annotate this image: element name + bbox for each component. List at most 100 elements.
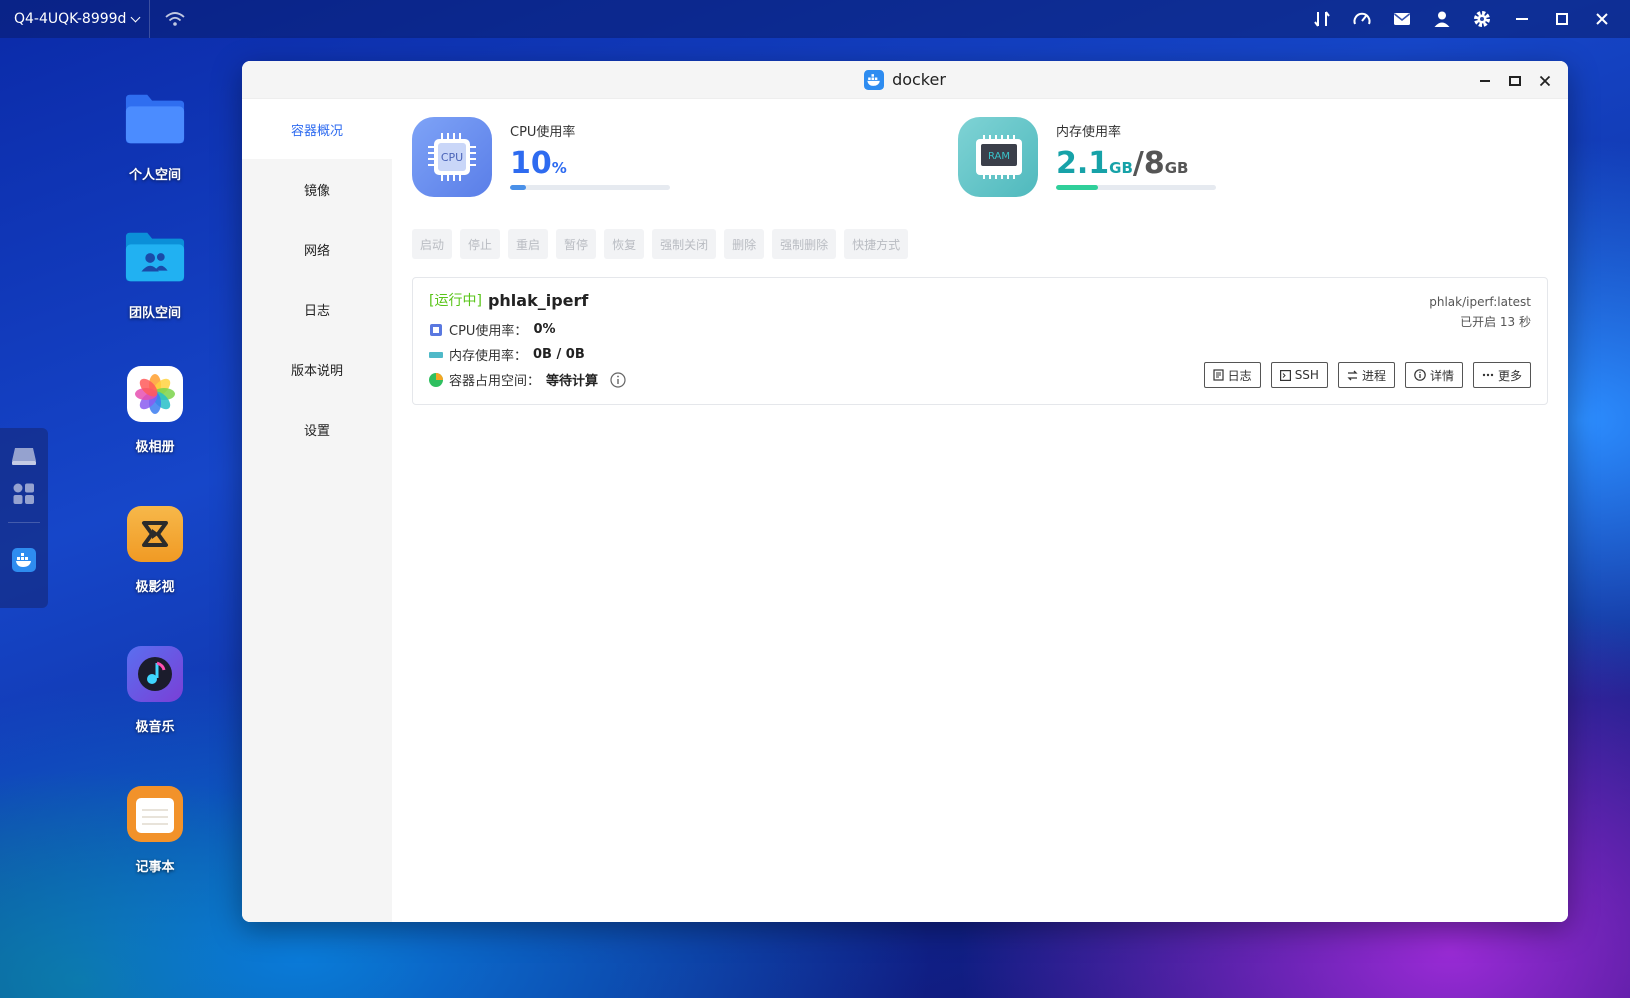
transfer-icon[interactable] — [1312, 9, 1332, 29]
video-icon — [127, 506, 183, 562]
container-cpu-label: CPU使用率： — [449, 324, 528, 339]
desktop-app-label: 极影视 — [135, 580, 175, 595]
cpu-chip-icon: CPU — [412, 117, 492, 197]
docker-logo-icon — [864, 69, 885, 90]
desktop-app-music[interactable]: 极音乐 — [110, 646, 200, 735]
sidebar-item-logs[interactable]: 日志 — [242, 279, 392, 339]
ram-chip-icon: RAM — [958, 117, 1038, 197]
memory-small-icon — [429, 351, 443, 358]
restore-icon[interactable] — [1552, 9, 1572, 29]
window-close-icon[interactable] — [1538, 73, 1552, 87]
container-ssh-label: SSH — [1294, 368, 1319, 382]
desktop-app-team-space[interactable]: 团队空间 — [110, 226, 200, 321]
log-icon — [1213, 369, 1224, 381]
desktop-app-label: 个人空间 — [128, 168, 181, 183]
cpu-usage-bar — [510, 185, 670, 190]
container-disk-value: 等待计算 — [546, 374, 599, 389]
svg-text:RAM: RAM — [988, 151, 1010, 162]
desktop-app-label: 极相册 — [135, 440, 175, 455]
notepad-icon — [127, 786, 183, 842]
desktop-app-label: 记事本 — [135, 860, 175, 875]
memory-usage-label: 内存使用率 — [1056, 125, 1122, 140]
desktop-app-label: 团队空间 — [128, 306, 181, 321]
left-dock — [0, 428, 48, 608]
cpu-small-icon — [430, 323, 442, 336]
team-folder-icon — [124, 226, 186, 288]
restart-button[interactable]: 重启 — [508, 229, 549, 259]
mail-icon[interactable] — [1392, 9, 1412, 29]
desktop-app-photos[interactable]: 极相册 — [110, 366, 200, 455]
memory-usage-stat: RAM 内存使用率 2.1GB/8GB — [958, 117, 1216, 197]
overview-panel: CPU CPU使用率 10% RAM 内存使用率 2.1GB/8GB 启动 停止… — [392, 99, 1568, 922]
sidebar-item-overview[interactable]: 容器概况 — [242, 99, 392, 159]
container-action-toolbar: 启动 停止 重启 暂停 恢复 强制关闭 删除 强制删除 快捷方式 — [412, 229, 909, 259]
speed-gauge-icon[interactable] — [1352, 9, 1372, 29]
container-process-label: 进程 — [1361, 368, 1386, 383]
device-selector[interactable]: Q4-4UQK-8999d — [0, 0, 151, 38]
container-mem-value: 0B / 0B — [533, 347, 585, 362]
container-uptime: 已开启 13 秒 — [1460, 315, 1531, 329]
docker-dock-icon[interactable] — [10, 546, 38, 574]
desktop-app-label: 极音乐 — [135, 720, 175, 735]
cpu-usage-label: CPU使用率 — [510, 125, 576, 140]
container-more-button[interactable]: 更多 — [1472, 362, 1531, 388]
disk-pie-icon — [429, 372, 443, 387]
window-titlebar[interactable]: docker — [242, 61, 1568, 99]
gear-icon[interactable] — [1472, 9, 1492, 29]
info-icon[interactable] — [610, 371, 626, 388]
cpu-usage-value: 10 — [510, 146, 552, 181]
window-title: docker — [892, 70, 946, 89]
memory-total-value: 8 — [1143, 146, 1165, 181]
docker-window: docker 容器概况 镜像 网络 日志 版本说明 设置 CPU CPU使用率 … — [242, 61, 1568, 922]
container-cpu-value: 0% — [533, 322, 556, 337]
user-icon[interactable] — [1432, 9, 1452, 29]
shortcut-button[interactable]: 快捷方式 — [844, 229, 909, 259]
details-info-icon — [1414, 369, 1426, 381]
cpu-usage-unit: % — [551, 159, 567, 177]
force-delete-button[interactable]: 强制删除 — [772, 229, 837, 259]
memory-separator: / — [1132, 146, 1144, 181]
stop-button[interactable]: 停止 — [460, 229, 501, 259]
close-icon[interactable] — [1592, 9, 1612, 29]
desktop-app-notepad[interactable]: 记事本 — [110, 786, 200, 875]
pause-button[interactable]: 暂停 — [556, 229, 597, 259]
start-button[interactable]: 启动 — [412, 229, 453, 259]
apps-grid-icon[interactable] — [10, 480, 38, 508]
container-details-button[interactable]: 详情 — [1404, 362, 1463, 388]
container-image: phlak/iperf:latest — [1429, 295, 1531, 309]
system-topbar: Q4-4UQK-8999d — [0, 0, 1630, 38]
sidebar-item-release-notes[interactable]: 版本说明 — [242, 339, 392, 399]
folder-icon — [124, 88, 186, 150]
svg-text:CPU: CPU — [441, 151, 463, 164]
container-name: phlak_iperf — [487, 290, 589, 310]
sidebar-item-network[interactable]: 网络 — [242, 219, 392, 279]
memory-total-unit: GB — [1164, 159, 1189, 177]
sidebar-item-settings[interactable]: 设置 — [242, 399, 392, 459]
photos-icon — [127, 366, 183, 422]
container-disk-label: 容器占用空间： — [449, 374, 541, 389]
desktop-app-video[interactable]: 极影视 — [110, 506, 200, 595]
resume-button[interactable]: 恢复 — [604, 229, 645, 259]
memory-usage-bar — [1056, 185, 1216, 190]
cpu-usage-stat: CPU CPU使用率 10% — [412, 117, 670, 197]
drive-icon[interactable] — [10, 442, 38, 470]
wifi-icon[interactable] — [164, 11, 186, 27]
minimize-icon[interactable] — [1512, 9, 1532, 29]
window-maximize-icon[interactable] — [1508, 73, 1522, 87]
container-ssh-button[interactable]: SSH — [1270, 362, 1328, 388]
delete-button[interactable]: 删除 — [724, 229, 765, 259]
docker-sidebar: 容器概况 镜像 网络 日志 版本说明 设置 — [242, 99, 392, 922]
sidebar-item-images[interactable]: 镜像 — [242, 159, 392, 219]
container-card[interactable]: [运行中] phlak_iperf CPU使用率： 0% 内存使用率： 0B / 0… — [412, 277, 1548, 405]
container-more-label: 更多 — [1497, 368, 1522, 383]
desktop-app-personal-space[interactable]: 个人空间 — [110, 88, 200, 183]
window-minimize-icon[interactable] — [1478, 73, 1492, 87]
container-log-button[interactable]: 日志 — [1203, 362, 1261, 388]
terminal-icon — [1279, 369, 1291, 381]
chevron-down-icon — [130, 12, 141, 22]
force-stop-button[interactable]: 强制关闭 — [652, 229, 717, 259]
container-details-label: 详情 — [1429, 368, 1454, 383]
container-log-label: 日志 — [1227, 368, 1252, 383]
container-process-button[interactable]: 进程 — [1337, 362, 1395, 388]
memory-used-value: 2.1 — [1056, 146, 1110, 181]
